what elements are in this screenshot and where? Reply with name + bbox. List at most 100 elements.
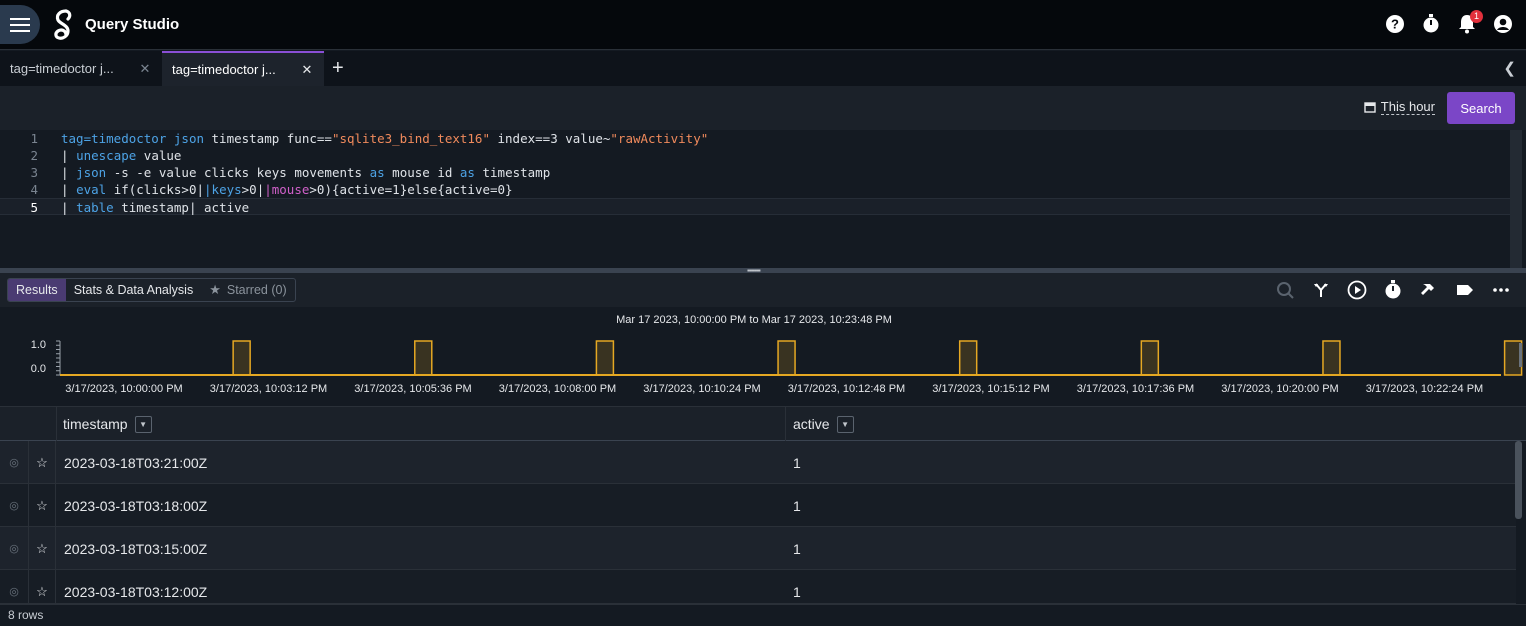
notification-badge: 1 xyxy=(1470,10,1483,23)
table-row[interactable]: ◎ ☆ 2023-03-18T03:18:00Z 1 xyxy=(0,484,1516,527)
x-tick-label: 3/17/2023, 10:05:36 PM xyxy=(354,383,471,395)
editor-line-current: 5 | table timestamp| active xyxy=(0,198,1510,215)
code-token: json xyxy=(173,131,204,146)
code-token: value xyxy=(136,148,182,163)
chart-bar xyxy=(232,340,251,376)
star-row-icon[interactable]: ☆ xyxy=(28,527,56,570)
query-tab-bar: tag=timedoctor j... ✕ tag=timedoctor j..… xyxy=(0,51,1526,86)
inspect-icon[interactable]: ◎ xyxy=(0,527,28,570)
time-range-picker[interactable]: This hour xyxy=(1364,99,1435,115)
inspect-icon[interactable]: ◎ xyxy=(0,441,28,484)
search-button[interactable]: Search xyxy=(1447,92,1515,124)
y-tick-label: 0.0 xyxy=(31,363,46,375)
cell-timestamp: 2023-03-18T03:15:00Z xyxy=(64,540,208,557)
editor-scrollbar[interactable] xyxy=(1510,130,1522,268)
x-tick-label: 3/17/2023, 10:17:36 PM xyxy=(1077,383,1194,395)
column-menu-icon[interactable]: ▼ xyxy=(134,415,152,433)
x-tick-label: 3/17/2023, 10:20:00 PM xyxy=(1221,383,1338,395)
code-token: "sqlite3_bind_text16" xyxy=(331,131,490,146)
collapse-panel-icon[interactable]: ❮ xyxy=(1503,59,1516,77)
query-tab[interactable]: tag=timedoctor j... ✕ xyxy=(0,51,162,86)
code-token: unescape xyxy=(76,148,137,163)
zoom-search-icon[interactable] xyxy=(1274,279,1296,301)
row-count: 8 rows xyxy=(0,604,1526,626)
x-tick-label: 3/17/2023, 10:00:00 PM xyxy=(65,383,182,395)
y-tick-label: 1.0 xyxy=(31,339,46,351)
x-tick-label: 3/17/2023, 10:10:24 PM xyxy=(643,383,760,395)
timer-icon[interactable] xyxy=(1420,13,1442,35)
tab-stats[interactable]: Stats & Data Analysis xyxy=(66,279,202,301)
notifications-icon[interactable]: 1 xyxy=(1456,10,1483,35)
chart-bar xyxy=(1322,340,1341,376)
tab-starred[interactable]: ★ Starred (0) xyxy=(201,279,294,301)
code-token: -s -e value clicks keys movements xyxy=(106,165,370,180)
code-token: >0| xyxy=(241,182,265,197)
table-row[interactable]: ◎ ☆ 2023-03-18T03:12:00Z 1 xyxy=(0,570,1516,613)
play-icon[interactable] xyxy=(1346,279,1368,301)
timeline-chart[interactable]: Mar 17 2023, 10:00:00 PM to Mar 17 2023,… xyxy=(0,307,1526,406)
table-row[interactable]: ◎ ☆ 2023-03-18T03:15:00Z 1 xyxy=(0,527,1516,570)
star-row-icon[interactable]: ☆ xyxy=(28,441,56,484)
close-tab-icon[interactable]: ✕ xyxy=(300,62,314,78)
code-token: mouse id xyxy=(384,165,460,180)
code-token: table xyxy=(76,200,114,215)
cell-timestamp: 2023-03-18T03:21:00Z xyxy=(64,454,208,471)
tag-icon[interactable] xyxy=(1454,279,1476,301)
code-token: active xyxy=(196,200,250,215)
close-tab-icon[interactable]: ✕ xyxy=(138,61,152,77)
more-options-icon[interactable] xyxy=(1490,279,1512,301)
column-header-active[interactable]: active ▼ xyxy=(793,407,854,441)
column-menu-icon[interactable]: ▼ xyxy=(836,415,854,433)
code-token: json xyxy=(76,165,107,180)
code-token: | xyxy=(61,182,77,197)
query-tab-active[interactable]: tag=timedoctor j... ✕ xyxy=(162,51,324,86)
code-token: eval xyxy=(76,182,107,197)
star-row-icon[interactable]: ☆ xyxy=(28,484,56,527)
cell-active: 1 xyxy=(793,540,801,557)
stopwatch-icon[interactable] xyxy=(1382,279,1404,301)
code-token: | xyxy=(61,165,77,180)
query-editor[interactable]: 1 tag=timedoctor json timestamp func=="sq… xyxy=(0,130,1526,268)
code-token: as xyxy=(369,165,385,180)
add-tab-icon[interactable]: + xyxy=(332,57,344,80)
hamburger-icon xyxy=(10,17,30,32)
column-header-timestamp[interactable]: timestamp ▼ xyxy=(63,407,152,441)
menu-button[interactable] xyxy=(0,5,40,44)
code-token: |mouse xyxy=(264,182,310,197)
table-header: timestamp ▼ active ▼ xyxy=(0,406,1526,441)
cell-active: 1 xyxy=(793,454,801,471)
inspect-icon[interactable]: ◎ xyxy=(0,484,28,527)
results-toolbar: Results Stats & Data Analysis ★ Starred (… xyxy=(0,273,1526,307)
tab-results[interactable]: Results xyxy=(8,279,66,301)
code-token: | xyxy=(61,148,77,163)
code-token: "rawActivity" xyxy=(610,131,709,146)
chart-bar xyxy=(777,340,796,376)
table-scrollbar[interactable] xyxy=(1515,441,1522,519)
chart-bar xyxy=(595,340,615,376)
code-token: timestamp func== xyxy=(204,131,332,146)
cell-active: 1 xyxy=(793,497,801,514)
hammer-icon[interactable] xyxy=(1418,279,1440,301)
code-token: >0){active=1}else{active=0} xyxy=(309,182,513,197)
code-token: timestamp xyxy=(474,165,551,180)
chart-canvas: 1.0 0.0 3/17/2023, 10:00:00 PM 3/17/2023, 1… xyxy=(31,339,1523,395)
x-tick-label: 3/17/2023, 10:03:12 PM xyxy=(210,383,327,395)
top-bar: Query Studio ? 1 xyxy=(0,0,1526,50)
code-token: as xyxy=(459,165,475,180)
code-token: if(clicks>0| xyxy=(106,182,205,197)
svg-text:?: ? xyxy=(1391,17,1399,32)
app-logo[interactable] xyxy=(52,9,74,41)
code-token: index==3 value~ xyxy=(489,131,611,146)
table-row[interactable]: ◎ ☆ 2023-03-18T03:21:00Z 1 xyxy=(0,441,1516,484)
x-tick-label: 3/17/2023, 10:15:12 PM xyxy=(932,383,1049,395)
code-token: timestamp xyxy=(113,200,189,215)
merge-icon[interactable] xyxy=(1310,279,1332,301)
code-token: tag=timedoctor xyxy=(61,131,174,146)
account-icon[interactable] xyxy=(1492,13,1514,35)
search-bar: This hour Search xyxy=(0,86,1526,130)
help-icon[interactable]: ? xyxy=(1384,13,1406,35)
cell-timestamp: 2023-03-18T03:18:00Z xyxy=(64,497,208,514)
chart-resize-handle xyxy=(1519,343,1522,367)
chart-bar xyxy=(958,340,978,376)
code-token: | xyxy=(61,200,77,215)
